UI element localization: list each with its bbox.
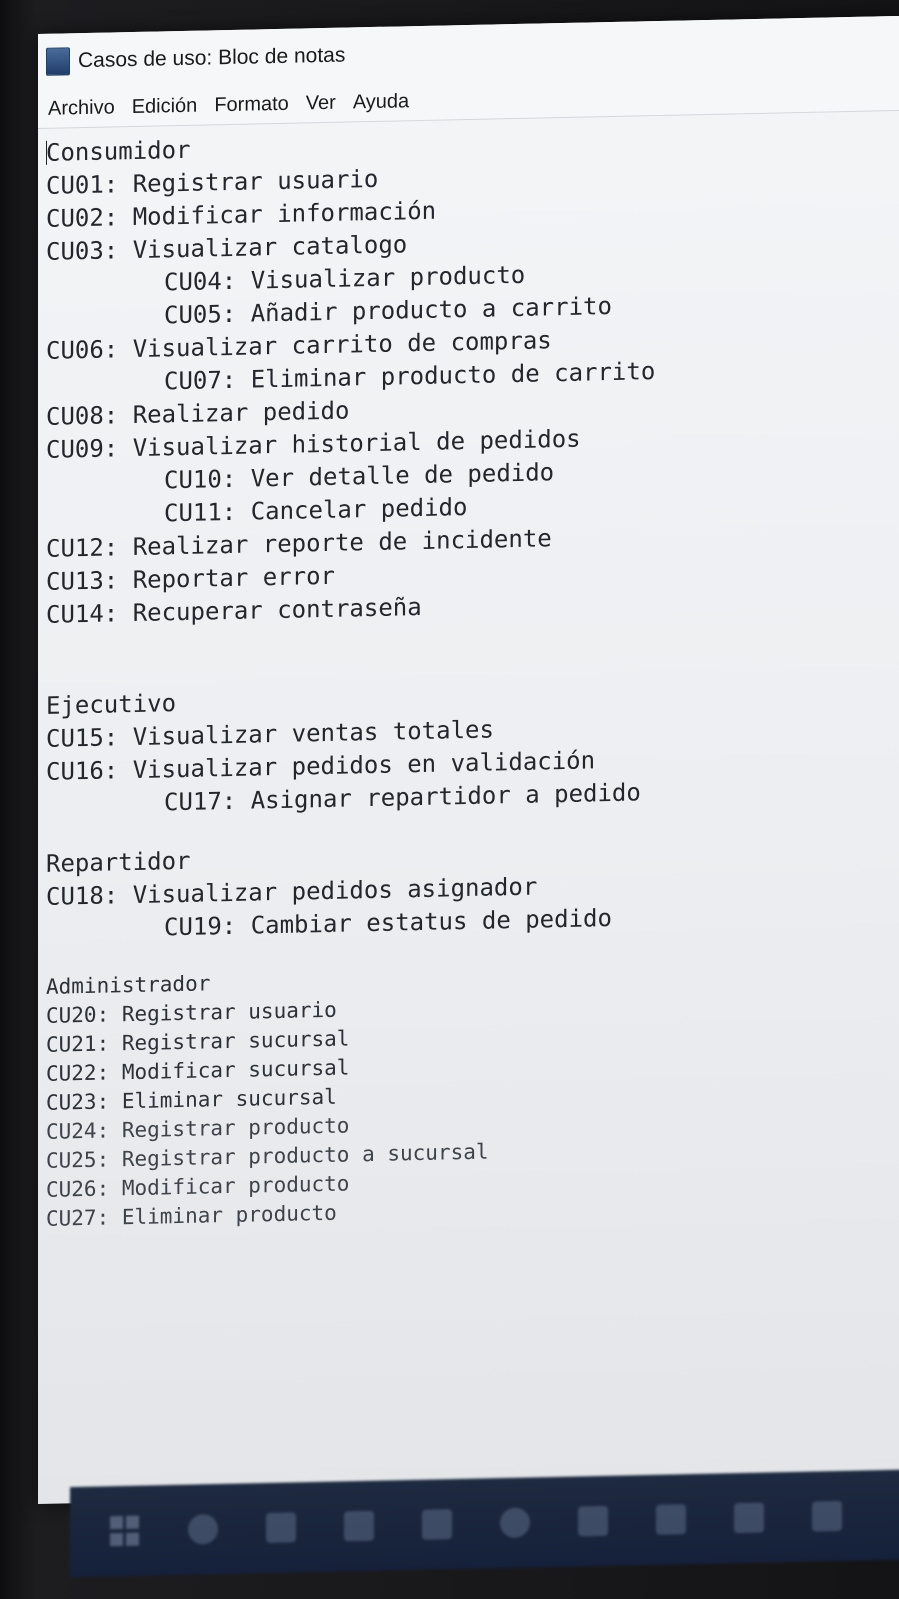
text-caret — [46, 140, 47, 165]
text-editor[interactable]: Consumidor CU01: Registrar usuario CU02:… — [38, 111, 899, 1487]
office-icon[interactable] — [656, 1504, 686, 1535]
menu-edicion[interactable]: Edición — [132, 94, 198, 118]
search-icon[interactable] — [188, 1514, 218, 1545]
store-icon[interactable] — [812, 1500, 842, 1532]
task-view-icon[interactable] — [266, 1512, 296, 1543]
menu-ayuda[interactable]: Ayuda — [353, 90, 409, 114]
taskbar — [70, 1468, 899, 1578]
explorer-icon[interactable] — [734, 1502, 764, 1534]
notepad-window: Casos de uso: Bloc de notas Archivo Edic… — [38, 15, 899, 1505]
window-title: Casos de uso: Bloc de notas — [78, 43, 346, 73]
menu-formato[interactable]: Formato — [214, 92, 288, 117]
menu-ver[interactable]: Ver — [306, 91, 336, 115]
screen-background: Casos de uso: Bloc de notas Archivo Edic… — [0, 0, 899, 1599]
menu-archivo[interactable]: Archivo — [48, 96, 115, 120]
folder-icon[interactable] — [344, 1510, 374, 1542]
start-icon[interactable] — [110, 1515, 140, 1547]
mail-icon[interactable] — [578, 1505, 608, 1537]
browser-icon[interactable] — [500, 1507, 530, 1539]
notepad-icon — [46, 47, 70, 76]
app-icon[interactable] — [422, 1509, 452, 1540]
